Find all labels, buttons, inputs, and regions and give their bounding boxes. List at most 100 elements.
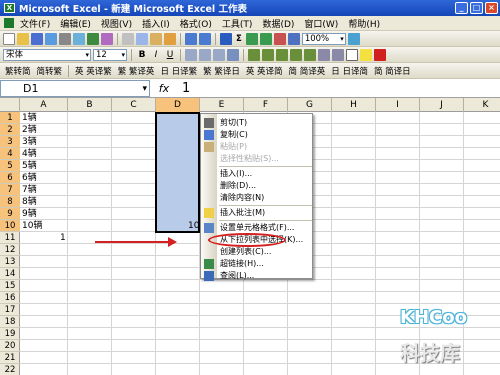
- italic-button[interactable]: I: [150, 50, 162, 60]
- decrease-decimal-icon[interactable]: [304, 48, 316, 61]
- row-header-6[interactable]: 6: [0, 172, 20, 184]
- row-header-8[interactable]: 8: [0, 196, 20, 208]
- translate-simp-to-jp[interactable]: 简 简译日: [372, 65, 413, 77]
- sort-asc-icon[interactable]: [245, 32, 258, 45]
- redo-icon[interactable]: [199, 32, 211, 45]
- context-menu-item-1[interactable]: 复制(C): [201, 129, 314, 141]
- cell-a11[interactable]: 1: [60, 232, 66, 244]
- row-header-22[interactable]: 22: [0, 364, 20, 375]
- translate-jp-to-simp[interactable]: 日 日译简: [329, 65, 370, 77]
- hyperlink-toolbar-icon[interactable]: [220, 32, 232, 45]
- minimize-button[interactable]: _: [455, 2, 468, 14]
- select-all-corner[interactable]: [0, 98, 20, 112]
- translate-en-to-trad[interactable]: 英 英译繁: [73, 65, 114, 77]
- menu-format[interactable]: 格式(O): [180, 17, 212, 30]
- cell-a1[interactable]: 1辆: [22, 112, 37, 124]
- column-header-d[interactable]: D: [156, 98, 200, 112]
- cell-a6[interactable]: 6辆: [22, 172, 37, 184]
- context-menu-item-0[interactable]: 剪切(T): [201, 117, 314, 129]
- menu-tools[interactable]: 工具(T): [222, 17, 253, 30]
- selected-range[interactable]: [155, 112, 200, 233]
- cell-a5[interactable]: 5辆: [22, 160, 37, 172]
- cell-a4[interactable]: 4辆: [22, 148, 37, 160]
- row-header-10[interactable]: 10: [0, 220, 20, 232]
- borders-icon[interactable]: [346, 48, 358, 61]
- row-header-19[interactable]: 19: [0, 328, 20, 340]
- align-left-icon[interactable]: [185, 48, 197, 61]
- cell-a10[interactable]: 10辆: [22, 220, 42, 232]
- row-header-3[interactable]: 3: [0, 136, 20, 148]
- row-header-17[interactable]: 17: [0, 304, 20, 316]
- context-menu-item-8[interactable]: 设置单元格格式(F)...: [201, 222, 314, 234]
- drawing-icon[interactable]: [287, 32, 300, 45]
- permission-icon[interactable]: [45, 32, 57, 45]
- align-center-icon[interactable]: [199, 48, 211, 61]
- translate-trad-to-jp[interactable]: 繁 繁译日: [201, 65, 242, 77]
- translate-trad-to-simp[interactable]: 繁转简: [3, 65, 33, 77]
- translate-en-to-simp[interactable]: 英 英译简: [244, 65, 285, 77]
- translate-simp-to-en[interactable]: 简 简译英: [287, 65, 328, 77]
- close-button[interactable]: ×: [485, 2, 498, 14]
- column-header-k[interactable]: K: [464, 98, 500, 112]
- column-header-c[interactable]: C: [112, 98, 156, 112]
- underline-button[interactable]: U: [164, 50, 176, 60]
- context-menu-item-11[interactable]: 超链接(H)...: [201, 258, 314, 270]
- column-header-i[interactable]: I: [376, 98, 420, 112]
- decrease-indent-icon[interactable]: [318, 48, 330, 61]
- align-right-icon[interactable]: [213, 48, 225, 61]
- currency-icon[interactable]: [248, 48, 260, 61]
- menu-insert[interactable]: 插入(I): [142, 17, 170, 30]
- context-menu-item-5[interactable]: 删除(D)...: [201, 180, 314, 192]
- row-header-13[interactable]: 13: [0, 256, 20, 268]
- row-header-21[interactable]: 21: [0, 352, 20, 364]
- sort-desc-icon[interactable]: [259, 32, 272, 45]
- research-icon[interactable]: [101, 32, 113, 45]
- row-header-4[interactable]: 4: [0, 148, 20, 160]
- open-folder-icon[interactable]: [17, 32, 29, 45]
- column-header-j[interactable]: J: [420, 98, 464, 112]
- font-size-combo[interactable]: 12: [93, 48, 127, 61]
- row-header-14[interactable]: 14: [0, 268, 20, 280]
- cell-a9[interactable]: 9辆: [22, 208, 37, 220]
- menu-edit[interactable]: 编辑(E): [60, 17, 91, 30]
- context-menu-item-4[interactable]: 插入(I)...: [201, 168, 314, 180]
- increase-decimal-icon[interactable]: [290, 48, 302, 61]
- font-color-icon[interactable]: [374, 48, 386, 61]
- menu-data[interactable]: 数据(D): [262, 17, 294, 30]
- autosum-icon[interactable]: Σ: [234, 34, 244, 44]
- spelling-icon[interactable]: [87, 32, 99, 45]
- cell-a3[interactable]: 3辆: [22, 136, 37, 148]
- cell-a7[interactable]: 7辆: [22, 184, 37, 196]
- menu-view[interactable]: 视图(V): [101, 17, 132, 30]
- column-header-a[interactable]: A: [20, 98, 68, 112]
- row-header-9[interactable]: 9: [0, 208, 20, 220]
- translate-trad-to-en[interactable]: 繁 繁译英: [116, 65, 157, 77]
- percent-icon[interactable]: [262, 48, 274, 61]
- row-header-20[interactable]: 20: [0, 340, 20, 352]
- row-header-16[interactable]: 16: [0, 292, 20, 304]
- formula-input[interactable]: 1: [178, 81, 190, 96]
- row-header-1[interactable]: 1: [0, 112, 20, 124]
- print-preview-icon[interactable]: [73, 32, 85, 45]
- fill-color-icon[interactable]: [360, 48, 372, 61]
- cut-icon[interactable]: [122, 32, 134, 45]
- row-header-5[interactable]: 5: [0, 160, 20, 172]
- context-menu-item-10[interactable]: 创建列表(C)...: [201, 246, 314, 258]
- translate-simp-to-trad[interactable]: 简转繁: [35, 65, 65, 77]
- row-header-12[interactable]: 12: [0, 244, 20, 256]
- column-header-g[interactable]: G: [288, 98, 332, 112]
- column-header-h[interactable]: H: [332, 98, 376, 112]
- font-name-combo[interactable]: 宋体: [3, 48, 91, 61]
- menu-window[interactable]: 窗口(W): [304, 17, 338, 30]
- help-icon[interactable]: [347, 32, 360, 45]
- cell-d10[interactable]: 10: [188, 220, 199, 232]
- column-header-e[interactable]: E: [200, 98, 244, 112]
- new-file-icon[interactable]: [3, 32, 15, 45]
- format-painter-icon[interactable]: [164, 32, 176, 45]
- row-header-2[interactable]: 2: [0, 124, 20, 136]
- insert-function-icon[interactable]: fx: [150, 82, 178, 95]
- undo-icon[interactable]: [185, 32, 197, 45]
- translate-jp-to-trad[interactable]: 日 日译繁: [158, 65, 199, 77]
- merge-center-icon[interactable]: [227, 48, 239, 61]
- context-menu-item-7[interactable]: 插入批注(M): [201, 207, 314, 219]
